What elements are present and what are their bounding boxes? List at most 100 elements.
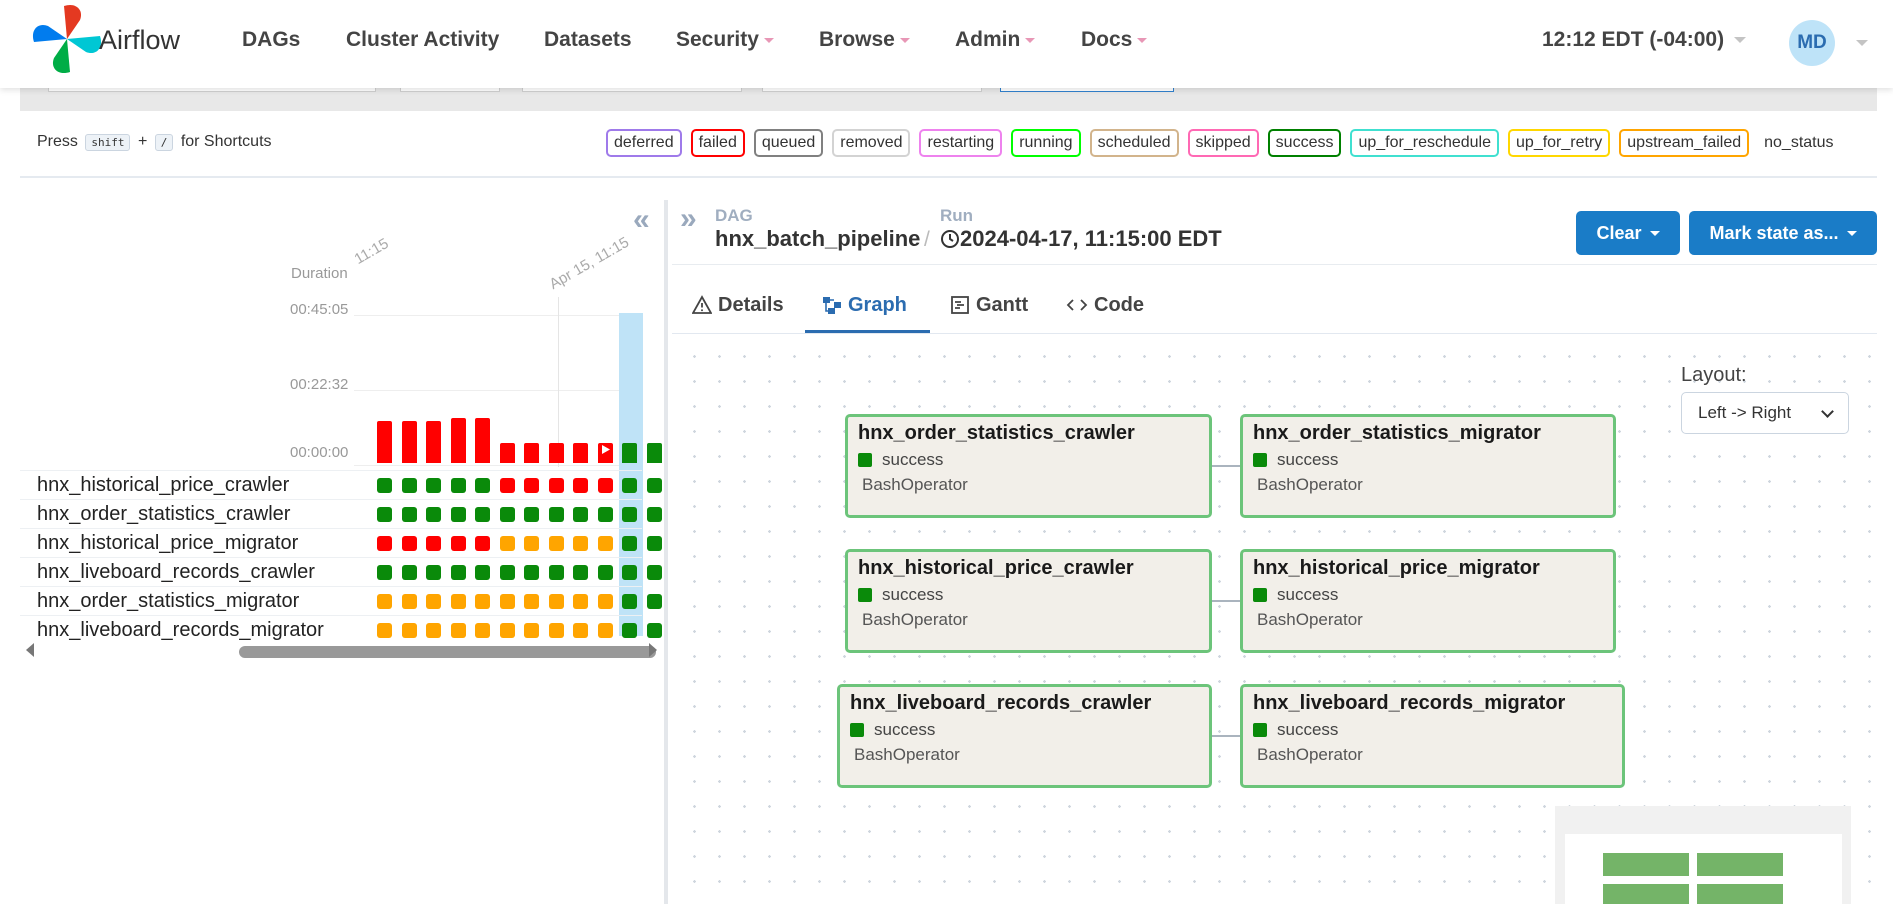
layout-select[interactable]: Left -> Right [1681, 392, 1849, 434]
horizontal-scrollbar[interactable] [20, 642, 660, 658]
task-instance-cell[interactable] [499, 536, 515, 551]
task-row[interactable]: hnx_order_statistics_crawler [20, 499, 662, 528]
nav-browse[interactable]: Browse [819, 28, 910, 52]
task-instance-cell[interactable] [475, 507, 490, 522]
task-instance-cell[interactable] [377, 565, 392, 580]
collapse-grid-icon[interactable]: « [633, 203, 650, 237]
legend-scheduled[interactable]: scheduled [1089, 129, 1179, 157]
legend-removed[interactable]: removed [832, 129, 911, 157]
legend-up-for-retry[interactable]: up_for_retry [1508, 129, 1611, 157]
task-instance-cell[interactable] [597, 478, 613, 493]
task-instance-cell[interactable] [426, 565, 441, 580]
legend-restarting[interactable]: restarting [919, 129, 1003, 157]
task-name[interactable]: hnx_liveboard_records_migrator [37, 619, 324, 642]
task-instance-cell[interactable] [573, 507, 588, 522]
run-bar[interactable] [622, 443, 637, 463]
task-instance-cell[interactable] [548, 507, 564, 522]
task-instance-cell[interactable] [548, 478, 564, 493]
timezone-menu[interactable]: 12:12 EDT (-04:00) [1542, 28, 1747, 52]
task-instance-cell[interactable] [548, 594, 564, 609]
task-instance-cell[interactable] [646, 478, 662, 493]
task-instance-cell[interactable] [597, 565, 613, 580]
task-instance-cell[interactable] [499, 478, 515, 493]
task-instance-cell[interactable] [426, 623, 441, 638]
task-instance-cell[interactable] [401, 478, 417, 493]
task-instance-cell[interactable] [499, 507, 515, 522]
task-name[interactable]: hnx_historical_price_crawler [37, 474, 289, 497]
task-instance-cell[interactable] [622, 478, 637, 493]
tab-details[interactable]: Details [692, 280, 784, 330]
task-instance-cell[interactable] [450, 565, 466, 580]
task-instance-cell[interactable] [499, 565, 515, 580]
task-row[interactable]: hnx_historical_price_migrator [20, 528, 662, 557]
task-instance-cell[interactable] [622, 536, 637, 551]
task-instance-cell[interactable] [597, 623, 613, 638]
task-node[interactable]: hnx_order_statistics_migrator success Ba… [1240, 414, 1616, 518]
legend-failed[interactable]: failed [690, 129, 745, 157]
task-instance-cell[interactable] [524, 478, 539, 493]
legend-success[interactable]: success [1267, 129, 1342, 157]
task-node[interactable]: hnx_historical_price_migrator success Ba… [1240, 549, 1616, 653]
task-instance-cell[interactable] [573, 594, 588, 609]
run-bar[interactable] [499, 443, 515, 463]
nav-docs[interactable]: Docs [1081, 28, 1148, 52]
tab-graph[interactable]: Graph [822, 280, 907, 330]
task-instance-cell[interactable] [426, 536, 441, 551]
task-instance-cell[interactable] [524, 507, 539, 522]
task-instance-cell[interactable] [377, 536, 392, 551]
breadcrumb-dag-name[interactable]: hnx_batch_pipeline [715, 226, 920, 252]
run-bar[interactable] [401, 421, 417, 463]
task-instance-cell[interactable] [401, 507, 417, 522]
task-instance-cell[interactable] [475, 623, 490, 638]
task-node[interactable]: hnx_order_statistics_crawler success Bas… [845, 414, 1212, 518]
task-instance-cell[interactable] [524, 536, 539, 551]
scrollbar-thumb[interactable] [239, 646, 656, 658]
task-row[interactable]: hnx_order_statistics_migrator [20, 586, 662, 615]
task-name[interactable]: hnx_order_statistics_crawler [37, 503, 290, 526]
task-instance-cell[interactable] [426, 478, 441, 493]
task-instance-cell[interactable] [426, 507, 441, 522]
task-row[interactable]: hnx_historical_price_crawler [20, 470, 662, 499]
task-node[interactable]: hnx_liveboard_records_migrator success B… [1240, 684, 1625, 788]
task-instance-cell[interactable] [622, 565, 637, 580]
task-instance-cell[interactable] [524, 594, 539, 609]
task-instance-cell[interactable] [646, 623, 662, 638]
task-instance-cell[interactable] [475, 594, 490, 609]
task-instance-cell[interactable] [597, 507, 613, 522]
user-menu-caret-icon[interactable] [1856, 40, 1868, 46]
task-instance-cell[interactable] [524, 623, 539, 638]
task-instance-cell[interactable] [401, 623, 417, 638]
legend-deferred[interactable]: deferred [606, 129, 682, 157]
task-instance-cell[interactable] [573, 478, 588, 493]
run-bar[interactable] [646, 443, 662, 463]
task-instance-cell[interactable] [597, 536, 613, 551]
task-row[interactable]: hnx_liveboard_records_crawler [20, 557, 662, 586]
task-instance-cell[interactable] [401, 536, 417, 551]
task-instance-cell[interactable] [548, 536, 564, 551]
task-instance-cell[interactable] [426, 594, 441, 609]
task-instance-cell[interactable] [377, 478, 392, 493]
task-instance-cell[interactable] [597, 594, 613, 609]
scroll-left-icon[interactable] [26, 643, 34, 657]
task-instance-cell[interactable] [450, 623, 466, 638]
task-instance-cell[interactable] [401, 565, 417, 580]
task-node[interactable]: hnx_liveboard_records_crawler success Ba… [837, 684, 1212, 788]
breadcrumb-run[interactable]: 2024-04-17, 11:15:00 EDT [940, 226, 1222, 252]
task-instance-cell[interactable] [450, 536, 466, 551]
task-row[interactable]: hnx_liveboard_records_migrator [20, 615, 662, 644]
nav-cluster-activity[interactable]: Cluster Activity [346, 28, 499, 52]
task-instance-cell[interactable] [646, 507, 662, 522]
run-bar[interactable] [475, 418, 490, 463]
task-instance-cell[interactable] [401, 594, 417, 609]
run-bar[interactable] [573, 443, 588, 463]
task-instance-cell[interactable] [573, 623, 588, 638]
nav-dags[interactable]: DAGs [242, 28, 300, 52]
tab-gantt[interactable]: Gantt [950, 280, 1028, 330]
task-name[interactable]: hnx_historical_price_migrator [37, 532, 298, 555]
run-bar[interactable] [524, 443, 539, 463]
task-instance-cell[interactable] [622, 507, 637, 522]
panel-resizer[interactable] [664, 200, 668, 904]
task-instance-cell[interactable] [622, 594, 637, 609]
legend-up-for-reschedule[interactable]: up_for_reschedule [1350, 129, 1500, 157]
clear-button[interactable]: Clear [1576, 211, 1680, 255]
